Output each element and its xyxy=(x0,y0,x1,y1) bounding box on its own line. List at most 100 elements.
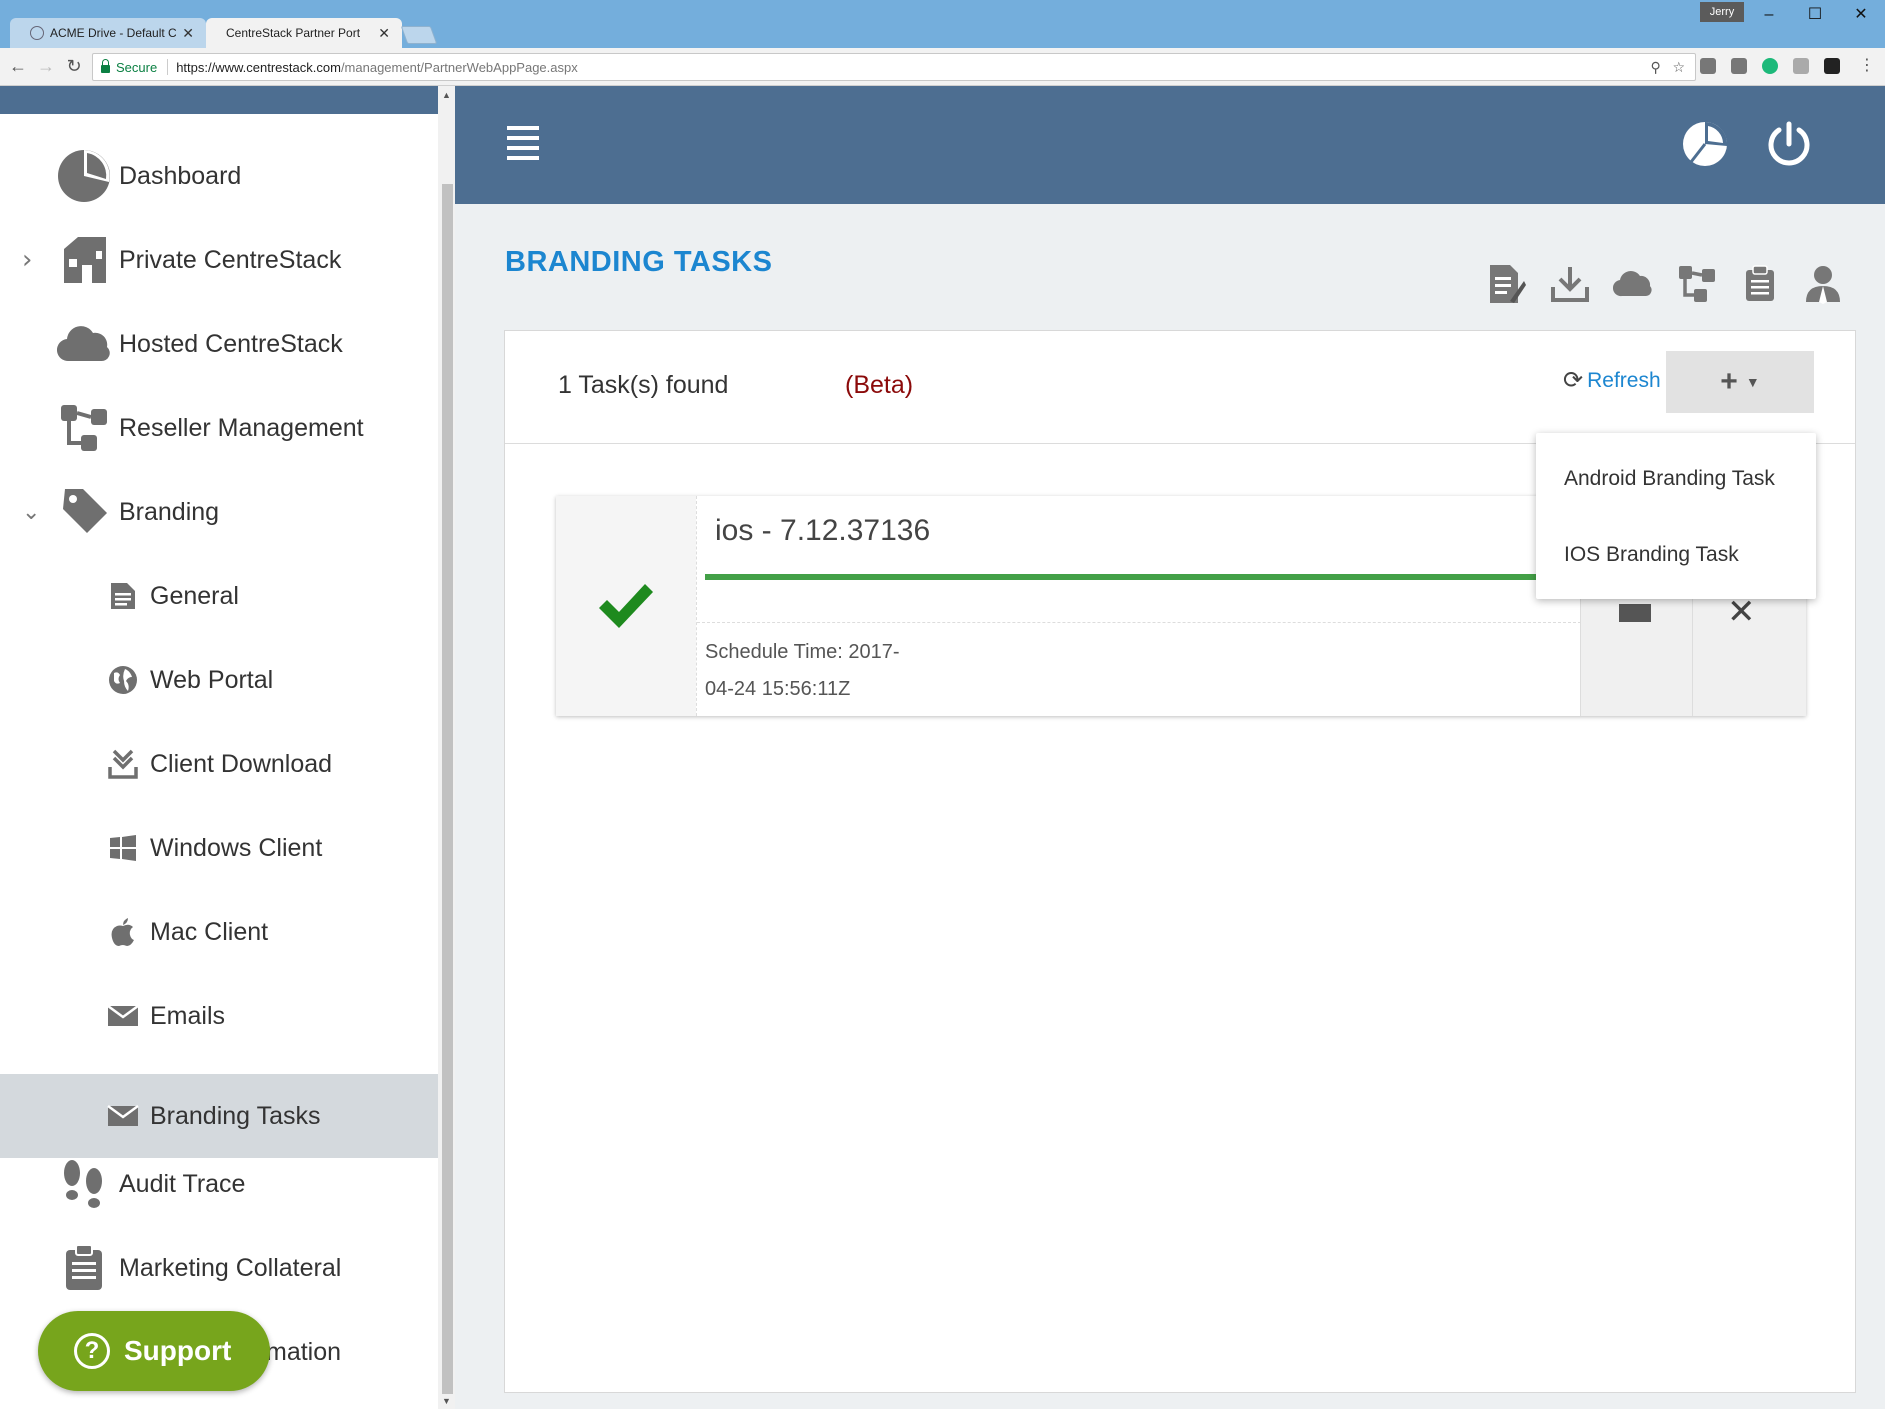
power-icon[interactable] xyxy=(1765,120,1813,168)
tasks-panel-header: 1 Task(s) found (Beta) ⟳ Refresh + ▼ xyxy=(505,331,1855,444)
address-bar: ← → ↻ Secure https://www.centrestack.com… xyxy=(0,48,1885,86)
browser-tabstrip: ACME Drive - Default Cli ✕ CentreStack P… xyxy=(0,0,1885,48)
amazon-extension-icon[interactable] xyxy=(1824,58,1840,74)
sidebar-header xyxy=(0,86,438,114)
sidebar-item-private-centrestack[interactable]: › Private CentreStack xyxy=(0,218,438,302)
beta-badge: (Beta) xyxy=(845,371,914,399)
apple-icon xyxy=(106,915,140,949)
sidebar-item-label: Reseller Management xyxy=(119,413,364,442)
sidebar: Dashboard › Private CentreStack Hosted C… xyxy=(0,86,438,1409)
sidebar-item-label: General xyxy=(150,581,239,610)
sidebar-item-label: mation xyxy=(266,1337,342,1366)
refresh-label: Refresh xyxy=(1587,368,1661,392)
menu-item-android-branding-task[interactable]: Android Branding Task xyxy=(1564,467,1775,491)
clipboard-icon[interactable] xyxy=(1738,262,1782,306)
sidebar-item-label: Dashboard xyxy=(119,161,242,190)
hamburger-menu-icon[interactable] xyxy=(507,126,539,166)
sidebar-item-dashboard[interactable]: Dashboard xyxy=(0,134,438,218)
main-content: BRANDING TASKS 1 Task(s) found (Beta) ⟳ … xyxy=(455,204,1885,1409)
building-icon xyxy=(56,232,112,288)
stop-icon xyxy=(1619,604,1651,622)
minimize-button[interactable]: – xyxy=(1746,0,1792,30)
plus-icon: + xyxy=(1720,365,1738,398)
add-task-dropdown: Android Branding Task IOS Branding Task xyxy=(1536,433,1816,599)
sidebar-item-label: Branding xyxy=(119,497,220,526)
sidebar-item-label: Marketing Collateral xyxy=(119,1253,342,1282)
schedule-line-1: Schedule Time: 2017- xyxy=(705,641,900,663)
task-progress-fill xyxy=(705,574,1573,580)
sidebar-item-label: Branding Tasks xyxy=(150,1101,321,1130)
task-status xyxy=(556,496,696,716)
refresh-link[interactable]: ⟳ Refresh xyxy=(1563,366,1661,395)
scroll-up-icon[interactable]: ▲ xyxy=(442,90,451,100)
chevron-down-icon[interactable]: ⌄ xyxy=(22,500,40,525)
sidebar-item-audit-trace[interactable]: Audit Trace xyxy=(0,1142,438,1226)
sidebar-item-label: Mac Client xyxy=(150,917,269,946)
tab-close-icon[interactable]: ✕ xyxy=(378,25,390,42)
support-label: Support xyxy=(124,1335,232,1366)
extension-icon[interactable] xyxy=(1700,58,1716,74)
edit-document-icon[interactable] xyxy=(1485,262,1529,306)
url-host: https://www.centrestack.com xyxy=(176,59,341,75)
sidebar-item-client-download[interactable]: Client Download xyxy=(0,722,438,806)
checkmark-icon xyxy=(599,584,653,628)
sidebar-item-windows-client[interactable]: Windows Client xyxy=(0,806,438,890)
clipboard-icon xyxy=(56,1240,112,1296)
tab-title: ACME Drive - Default Cli xyxy=(50,26,177,40)
sidebar-item-hosted-centrestack[interactable]: Hosted CentreStack xyxy=(0,302,438,386)
envelope-icon xyxy=(106,1099,140,1133)
footprints-icon xyxy=(56,1156,112,1212)
extension-icon[interactable] xyxy=(1731,58,1747,74)
url-input[interactable]: Secure https://www.centrestack.com/manag… xyxy=(92,53,1696,81)
sidebar-item-branding[interactable]: ⌄ Branding xyxy=(0,470,438,554)
back-icon[interactable]: ← xyxy=(6,54,30,78)
globe-icon xyxy=(106,663,140,697)
reload-icon[interactable]: ↻ xyxy=(62,54,86,78)
tab-close-icon[interactable]: ✕ xyxy=(182,25,194,42)
chevron-right-icon[interactable]: › xyxy=(22,245,32,275)
browser-tab-acme-drive[interactable]: ACME Drive - Default Cli ✕ xyxy=(10,18,206,48)
sidebar-item-general[interactable]: General xyxy=(0,554,438,638)
sidebar-item-marketing-collateral[interactable]: Marketing Collateral xyxy=(0,1226,438,1310)
forward-icon[interactable]: → xyxy=(34,54,58,78)
sidebar-scroll-thumb[interactable] xyxy=(442,184,453,1394)
browser-menu-icon[interactable]: ⋮ xyxy=(1855,54,1879,78)
user-icon[interactable] xyxy=(1801,262,1845,306)
add-task-button[interactable]: + ▼ xyxy=(1666,351,1814,413)
task-count: 1 Task(s) found xyxy=(558,371,729,399)
sidebar-item-label: Audit Trace xyxy=(119,1169,246,1198)
pie-chart-icon xyxy=(56,148,112,204)
bookmark-star-icon[interactable]: ☆ xyxy=(1672,59,1685,75)
browser-tab-centrestack[interactable]: CentreStack Partner Port ✕ xyxy=(206,18,402,48)
download-tray-icon[interactable] xyxy=(1548,262,1592,306)
sidebar-item-label: Hosted CentreStack xyxy=(119,329,343,358)
close-window-button[interactable]: ✕ xyxy=(1838,0,1884,30)
sidebar-item-reseller-management[interactable]: Reseller Management xyxy=(0,386,438,470)
dashboard-pie-icon[interactable] xyxy=(1681,120,1729,168)
envelope-icon xyxy=(106,999,140,1033)
sidebar-item-emails[interactable]: Emails xyxy=(0,974,438,1058)
sidebar-item-label: Client Download xyxy=(150,749,333,778)
support-button[interactable]: ? Support xyxy=(38,1311,270,1391)
network-icon[interactable] xyxy=(1675,262,1719,306)
sidebar-item-label: Windows Client xyxy=(150,833,323,862)
task-body: ios - 7.12.37136 Schedule Time: 2017- 04… xyxy=(696,496,1581,716)
maximize-button[interactable]: ☐ xyxy=(1792,0,1838,30)
zoom-icon[interactable]: ⚲ xyxy=(1651,59,1661,75)
page-title: BRANDING TASKS xyxy=(505,246,773,278)
profile-badge[interactable]: Jerry xyxy=(1700,2,1744,22)
sidebar-item-mac-client[interactable]: Mac Client xyxy=(0,890,438,974)
url-path: /management/PartnerWebAppPage.aspx xyxy=(340,59,578,75)
cloud-icon[interactable] xyxy=(1611,262,1655,306)
omnibox-actions: ⚲ ☆ xyxy=(1651,59,1686,76)
tab-title: CentreStack Partner Port xyxy=(226,26,361,40)
favicon-icon xyxy=(30,26,44,40)
divider xyxy=(697,622,1581,623)
scroll-down-icon[interactable]: ▼ xyxy=(442,1396,451,1406)
top-header xyxy=(455,86,1885,204)
extension-icon[interactable] xyxy=(1762,58,1778,74)
new-tab-button[interactable] xyxy=(400,26,438,44)
menu-item-ios-branding-task[interactable]: IOS Branding Task xyxy=(1564,543,1739,567)
sidebar-item-web-portal[interactable]: Web Portal xyxy=(0,638,438,722)
extension-icon[interactable] xyxy=(1793,58,1809,74)
